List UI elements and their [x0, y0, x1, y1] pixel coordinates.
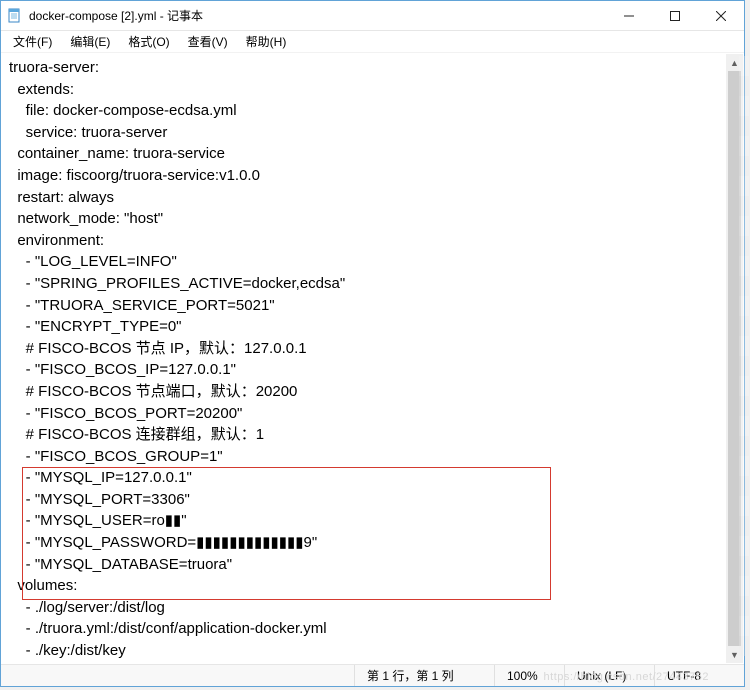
status-bar: 第 1 行，第 1 列 100% Unix (LF) UTF-8	[1, 664, 744, 686]
window-controls	[606, 1, 744, 30]
maximize-button[interactable]	[652, 1, 698, 30]
menu-file[interactable]: 文件(F)	[5, 31, 60, 52]
status-line-ending: Unix (LF)	[564, 665, 654, 686]
background-strip	[739, 56, 749, 656]
status-encoding: UTF-8	[654, 665, 744, 686]
menu-format[interactable]: 格式(O)	[120, 31, 177, 52]
app-icon	[7, 8, 23, 24]
status-position: 第 1 行，第 1 列	[354, 665, 494, 686]
title-bar[interactable]: docker-compose [2].yml - 记事本	[1, 1, 744, 31]
minimize-button[interactable]	[606, 1, 652, 30]
menu-edit[interactable]: 编辑(E)	[62, 31, 118, 52]
menu-bar: 文件(F) 编辑(E) 格式(O) 查看(V) 帮助(H)	[1, 31, 744, 53]
notepad-window: docker-compose [2].yml - 记事本 文件(F) 编辑(E)…	[0, 0, 745, 687]
menu-help[interactable]: 帮助(H)	[238, 31, 295, 52]
close-button[interactable]	[698, 1, 744, 30]
text-editor-area[interactable]: truora-server: extends: file: docker-com…	[1, 53, 744, 663]
status-zoom: 100%	[494, 665, 564, 686]
menu-view[interactable]: 查看(V)	[180, 31, 236, 52]
document-text[interactable]: truora-server: extends: file: docker-com…	[1, 53, 744, 663]
window-title: docker-compose [2].yml - 记事本	[29, 7, 606, 24]
